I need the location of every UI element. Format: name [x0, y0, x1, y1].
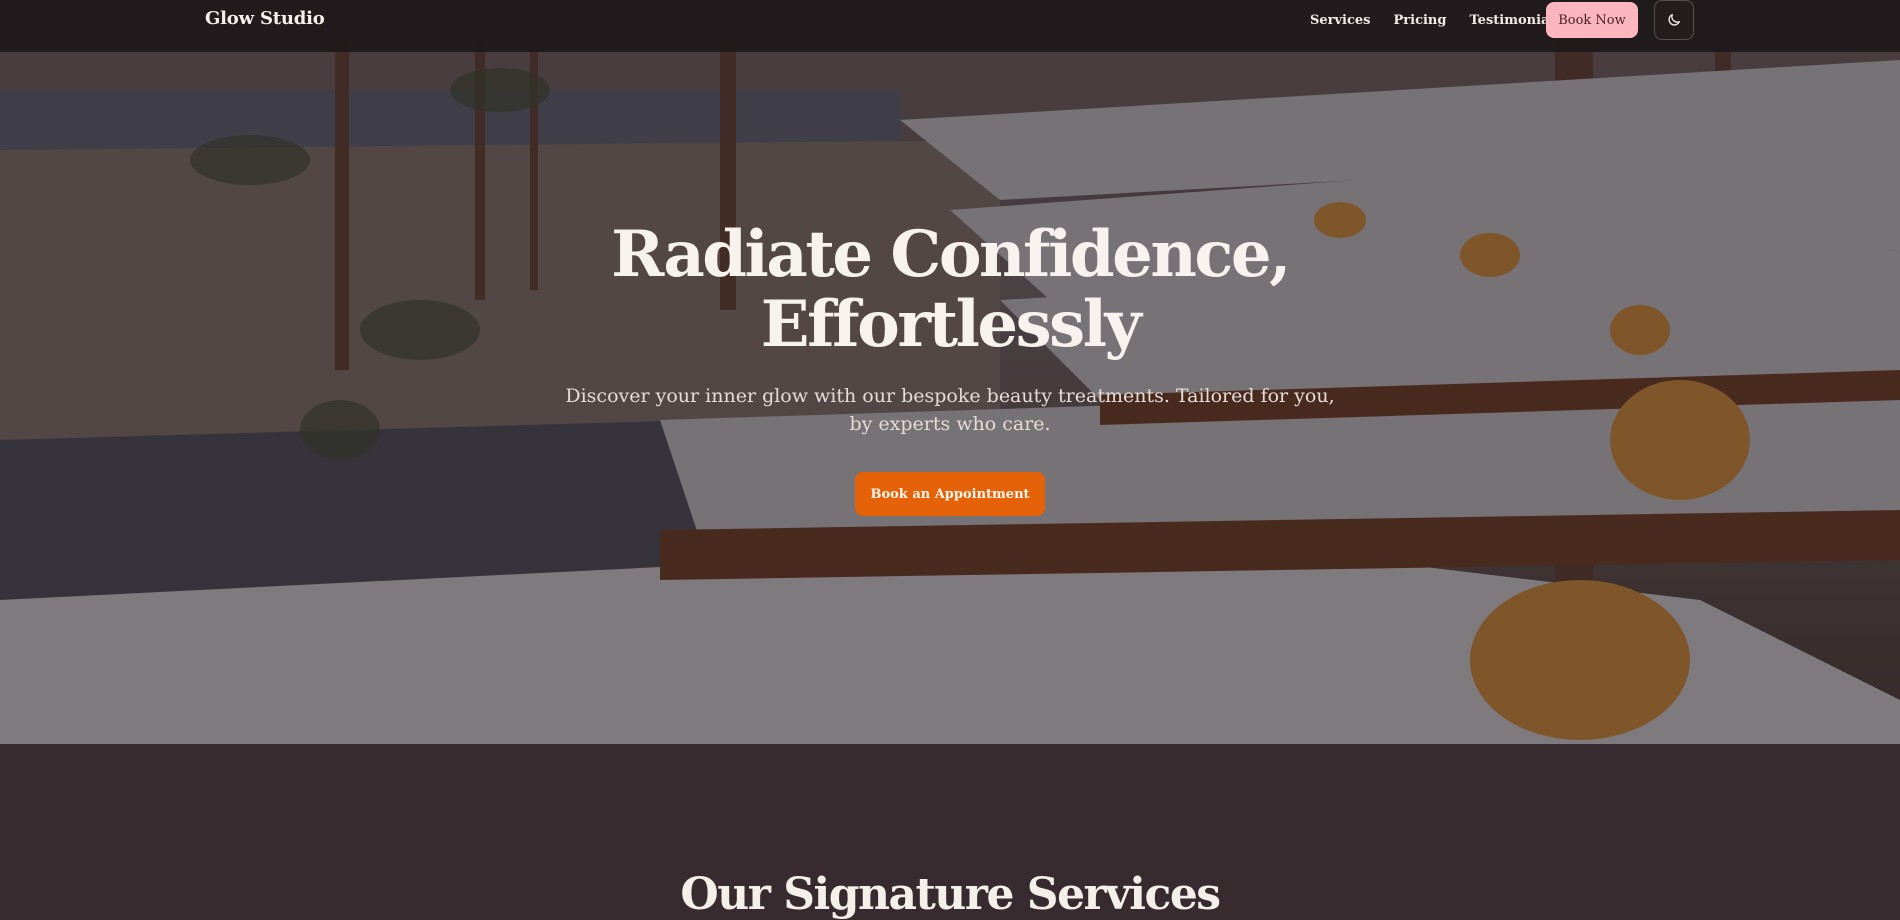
nav-link-services[interactable]: Services: [1310, 13, 1371, 28]
moon-icon: [1668, 14, 1680, 26]
theme-toggle-button[interactable]: [1654, 0, 1694, 40]
nav-link-pricing[interactable]: Pricing: [1394, 13, 1447, 28]
book-appointment-button[interactable]: Book an Appointment: [855, 472, 1045, 516]
hero-section: Radiate Confidence, Effortlessly Discove…: [0, 0, 1900, 744]
services-section: Our Signature Services: [0, 744, 1900, 920]
services-title: Our Signature Services: [680, 869, 1221, 920]
book-now-button[interactable]: Book Now: [1546, 2, 1638, 38]
top-navigation-bar: Glow Studio Services Pricing Testimonial…: [0, 0, 1900, 52]
hero-content: Radiate Confidence, Effortlessly Discove…: [0, 220, 1900, 516]
hero-title: Radiate Confidence, Effortlessly: [600, 220, 1300, 360]
hero-title-line1: Radiate Confidence,: [611, 217, 1291, 292]
brand-logo[interactable]: Glow Studio: [205, 8, 325, 29]
main-nav: Services Pricing Testimonials: [1310, 0, 1585, 40]
hero-title-line2: Effortlessly: [760, 287, 1142, 362]
hero-subtitle: Discover your inner glow with our bespok…: [565, 385, 1335, 435]
